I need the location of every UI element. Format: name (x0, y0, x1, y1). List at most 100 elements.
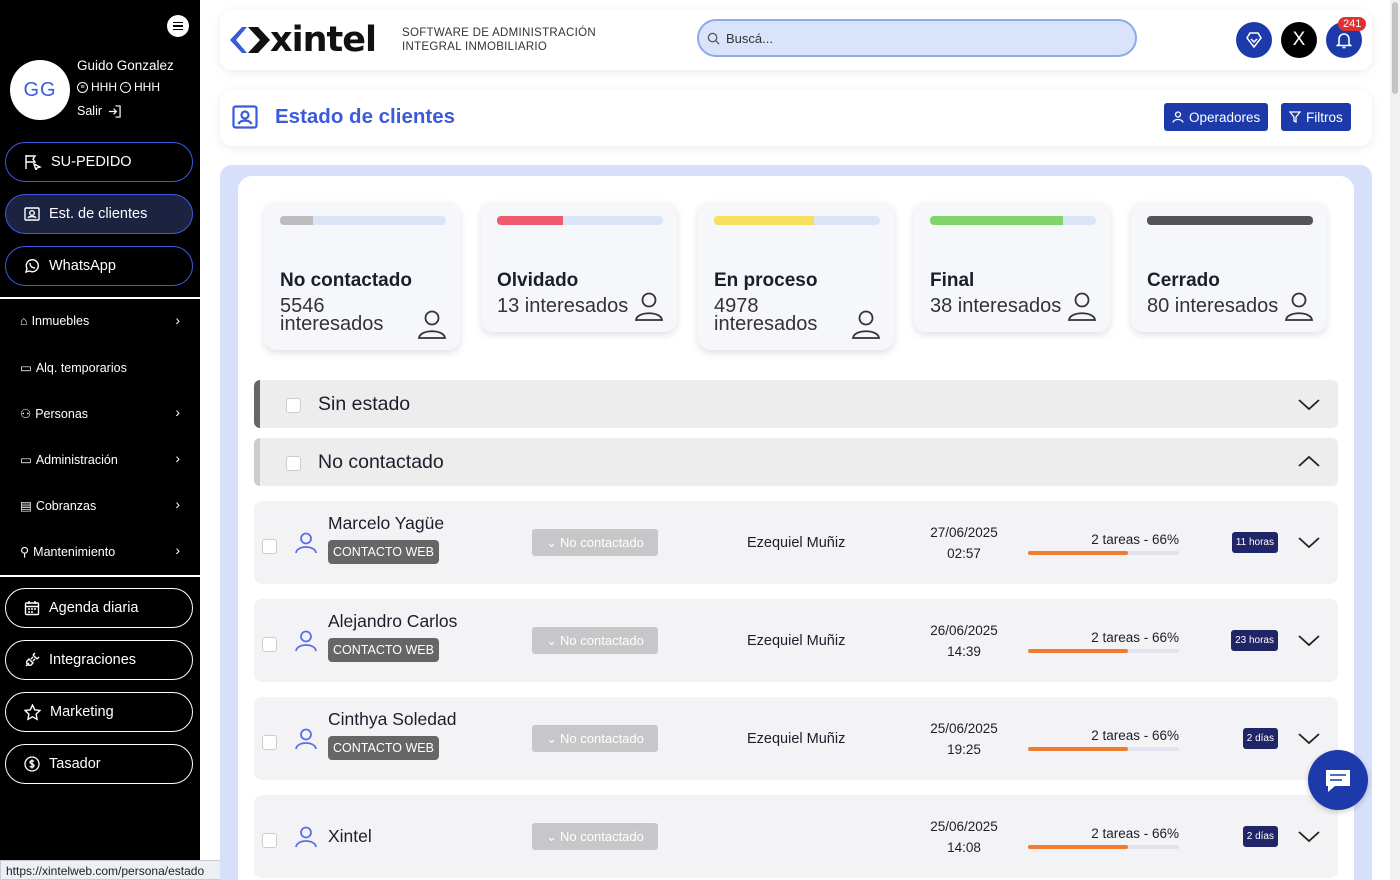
section-checkbox[interactable] (286, 456, 301, 471)
status-card-cerrado[interactable]: Cerrado 80 interesados (1131, 202, 1327, 332)
chevron-down-icon[interactable] (1298, 535, 1320, 551)
integraciones-label: Integraciones (49, 652, 137, 668)
status-dropdown[interactable]: ⌄ No contactado (532, 823, 658, 850)
bell-icon (1336, 33, 1352, 49)
source-tag: CONTACTO WEB (328, 638, 439, 662)
chevron-down-icon[interactable] (1298, 829, 1320, 845)
status-dropdown[interactable]: ⌄ No contactado (532, 529, 658, 556)
minus-circle-icon: − (120, 81, 131, 93)
person-icon (295, 826, 317, 848)
contact-card-icon (24, 207, 40, 221)
operator-name: Ezequiel Muñiz (747, 731, 846, 747)
nav-mantenimiento[interactable]: ⚲ Mantenimiento › (20, 542, 190, 559)
est-clientes-label: Est. de clientes (49, 206, 148, 222)
marketing-button[interactable]: Marketing (5, 692, 193, 732)
status-dropdown[interactable]: ⌄ No contactado (532, 627, 658, 654)
client-row[interactable]: Marcelo Yagüe CONTACTO WEB ⌄ No contactad… (254, 501, 1338, 584)
contact-time: 19:25 (947, 742, 981, 757)
chevron-up-icon[interactable] (1298, 452, 1320, 472)
status-dropdown[interactable]: ⌄ No contactado (532, 725, 658, 752)
client-row[interactable]: Xintel ⌄ No contactado 25/06/2025 14:08 2 … (254, 795, 1338, 878)
elapsed-badge: 23 horas (1231, 630, 1278, 651)
status-card-final[interactable]: Final 38 interesados (914, 202, 1110, 332)
chevron-down-icon[interactable] (1298, 731, 1320, 747)
chat-button[interactable] (1308, 750, 1368, 810)
person-icon (1284, 292, 1314, 321)
home-icon: ⌂ (20, 314, 28, 328)
chevron-down-icon[interactable] (1298, 633, 1320, 649)
agenda-diaria-button[interactable]: Agenda diaria (5, 588, 193, 628)
whatsapp-button[interactable]: WhatsApp (5, 246, 193, 286)
scrollbar-thumb[interactable] (1392, 2, 1398, 94)
client-row[interactable]: Alejandro Carlos CONTACTO WEB ⌄ No contac… (254, 599, 1338, 682)
nav-cobranzas[interactable]: ▤ Cobranzas › (20, 496, 190, 513)
contact-date: 27/06/2025 (930, 525, 998, 540)
section-checkbox[interactable] (286, 398, 301, 413)
chevron-right-icon: › (175, 496, 180, 512)
filtros-button[interactable]: Filtros (1281, 103, 1351, 131)
row-checkbox[interactable] (262, 539, 277, 554)
status-card-olvidado[interactable]: Olvidado 13 interesados (481, 202, 677, 332)
client-name[interactable]: Cinthya Soledad (328, 709, 456, 730)
section-sin-estado[interactable]: Sin estado (254, 380, 1338, 428)
logo[interactable]: xintel (230, 19, 377, 60)
marketing-label: Marketing (50, 704, 114, 720)
status-card-no-contactado[interactable]: No contactado 5546 interesados (264, 202, 460, 350)
filtros-label: Filtros (1306, 109, 1343, 125)
row-checkbox[interactable] (262, 735, 277, 750)
star-icon (24, 703, 41, 721)
elapsed-badge: 2 días (1242, 826, 1278, 847)
nav-inmuebles[interactable]: ⌂ Inmuebles › (20, 312, 190, 328)
tasks-label: 2 tareas - 66% (1091, 826, 1179, 841)
app-subtitle: SOFTWARE DE ADMINISTRACIÓN INTEGRAL INMOB… (402, 26, 596, 54)
top-header: xintel SOFTWARE DE ADMINISTRACIÓN INTEGRA… (220, 10, 1372, 70)
contact-datetime: 25/06/2025 19:25 (919, 718, 1009, 760)
client-row[interactable]: Cinthya Soledad CONTACTO WEB ⌄ No contact… (254, 697, 1338, 780)
tasador-button[interactable]: Tasador (5, 744, 193, 784)
est-clientes-button[interactable]: Est. de clientes (5, 194, 193, 234)
download-button[interactable] (1236, 22, 1272, 58)
client-name[interactable]: Xintel (328, 826, 372, 847)
search-input[interactable]: Buscá... (697, 19, 1137, 57)
avatar[interactable]: GG (10, 60, 70, 120)
status-dropdown-label: No contactado (560, 731, 644, 746)
dollar-circle-icon (24, 756, 40, 772)
tasks-label: 2 tareas - 66% (1091, 728, 1179, 743)
whatsapp-icon (24, 259, 39, 274)
su-pedido-label: SU-PEDIDO (51, 154, 132, 170)
xintel-logo-icon (230, 27, 270, 53)
page-title: Estado de clientes (275, 105, 456, 128)
tasks-progress (1028, 649, 1179, 653)
logout-icon (108, 104, 121, 118)
nav-personas[interactable]: ⚇ Personas › (20, 404, 190, 421)
client-name[interactable]: Marcelo Yagüe (328, 513, 444, 534)
status-card-count: 80 interesados (1147, 295, 1279, 317)
integraciones-button[interactable]: Integraciones (5, 640, 193, 680)
status-url: https://xintelweb.com/persona/estado (0, 860, 226, 880)
chevron-right-icon: › (175, 450, 180, 466)
nav-administracion[interactable]: ▭ Administración › (20, 450, 190, 467)
chevron-down-icon: ⌄ (546, 534, 558, 550)
divider (0, 575, 200, 577)
logout-link[interactable]: Salir (77, 104, 121, 118)
nav-inmuebles-label: Inmuebles (31, 314, 90, 328)
status-card-en-proceso[interactable]: En proceso 4978 interesados (698, 202, 894, 350)
x-button[interactable]: X (1281, 22, 1317, 58)
row-checkbox[interactable] (262, 637, 277, 652)
chevron-down-icon[interactable] (1298, 394, 1320, 414)
menu-toggle-icon[interactable] (167, 15, 189, 37)
status-card-count: 38 interesados (930, 295, 1062, 317)
su-pedido-button[interactable]: SU-PEDIDO (5, 142, 193, 182)
scrollbar[interactable] (1390, 0, 1400, 880)
operadores-button[interactable]: Operadores (1164, 103, 1269, 131)
chevron-right-icon: › (175, 542, 180, 558)
contact-date: 26/06/2025 (930, 623, 998, 638)
client-name[interactable]: Alejandro Carlos (328, 611, 457, 632)
logo-text: xintel (270, 19, 377, 60)
section-no-contactado[interactable]: No contactado (254, 438, 1338, 486)
filter-icon (1289, 111, 1301, 123)
person-icon (295, 728, 317, 750)
nav-alq-temporarios[interactable]: ▭ Alq. temporarios (20, 360, 190, 376)
status-bar (497, 216, 663, 225)
row-checkbox[interactable] (262, 833, 277, 848)
